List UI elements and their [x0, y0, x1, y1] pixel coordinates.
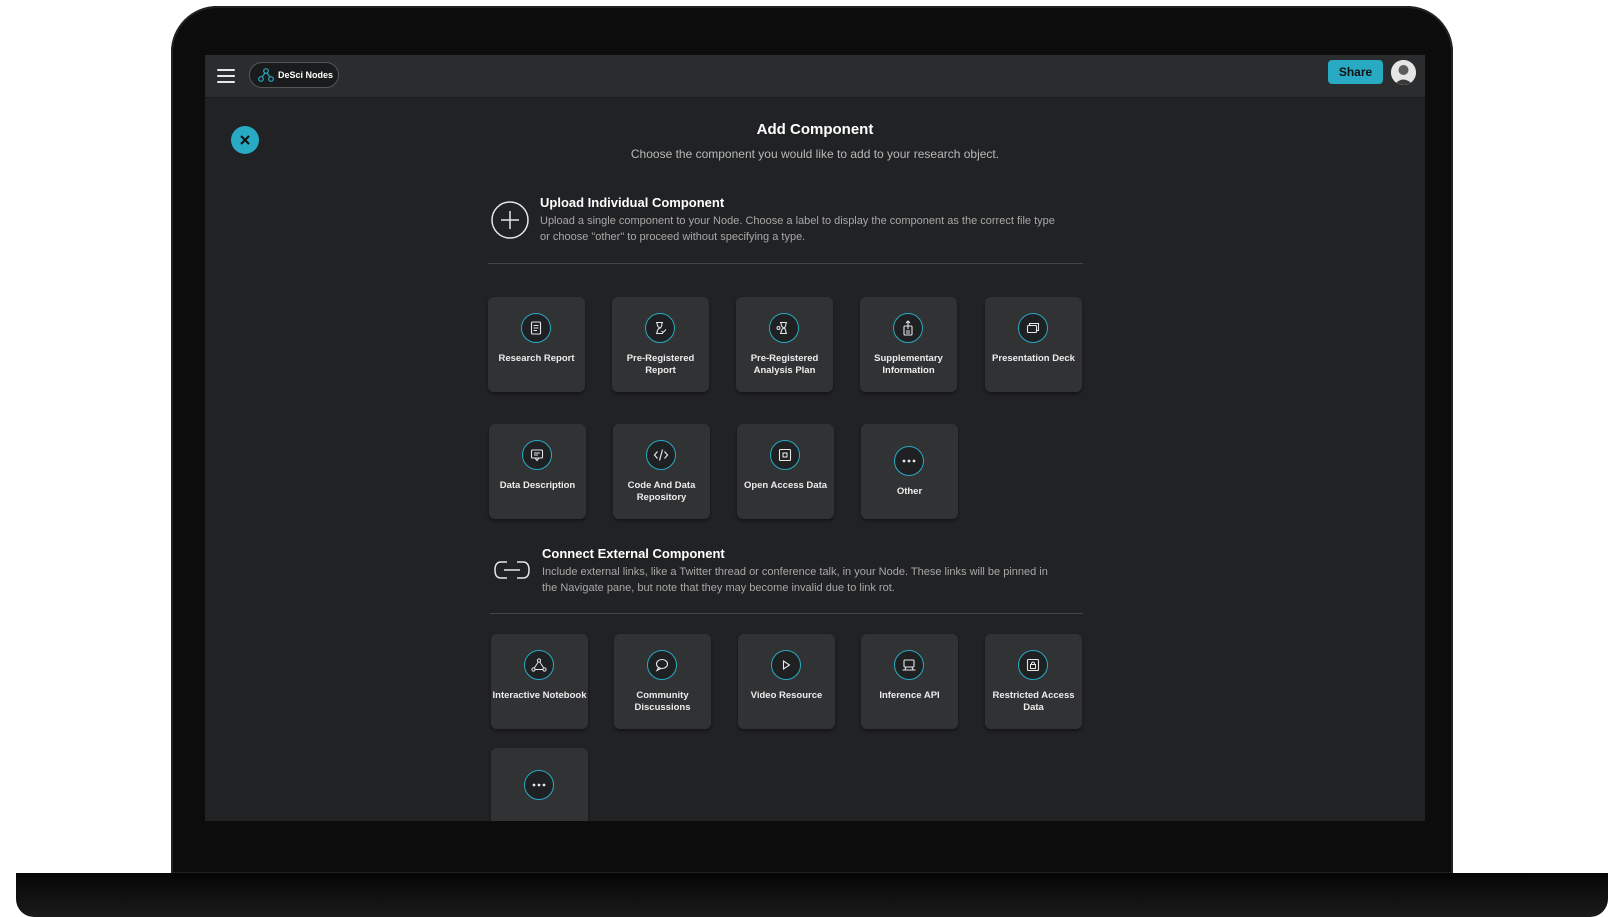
- divider: [488, 263, 1083, 264]
- document-icon: [521, 313, 551, 343]
- tile-label: Research Report: [498, 353, 575, 364]
- share-button[interactable]: Share: [1328, 60, 1383, 84]
- tile-community-discussions[interactable]: Community Discussions: [614, 634, 711, 729]
- chat-bubble-icon: [647, 650, 677, 680]
- app-screen: DeSci Nodes Share Add Component Choose t…: [205, 55, 1425, 821]
- external-section-description: Include external links, like a Twitter t…: [542, 566, 1048, 594]
- ellipsis-icon: [894, 446, 924, 476]
- tile-label: Restricted Access Data: [992, 690, 1075, 713]
- brand-name: DeSci Nodes: [278, 70, 334, 80]
- brand-logo[interactable]: DeSci Nodes: [249, 62, 339, 88]
- lock-icon: [1018, 650, 1048, 680]
- menu-icon[interactable]: [217, 69, 235, 83]
- tile-label: Pre-Registered Report: [626, 353, 695, 376]
- divider: [490, 613, 1083, 614]
- tile-video-resource[interactable]: Video Resource: [738, 634, 835, 729]
- tile-label: Open Access Data: [743, 480, 828, 491]
- link-icon[interactable]: [492, 555, 532, 585]
- tile-label: Data Description: [499, 480, 576, 491]
- tile-label: Inference API: [879, 690, 940, 701]
- tile-other[interactable]: Other: [861, 424, 958, 519]
- tile-presentation-deck[interactable]: Presentation Deck: [985, 297, 1082, 392]
- nodes-logo-icon: [258, 68, 274, 82]
- tile-label: Community Discussions: [634, 690, 691, 713]
- dialog-title: Add Component: [756, 121, 874, 138]
- tile-label: Interactive Notebook: [492, 690, 587, 701]
- play-icon: [771, 650, 801, 680]
- code-icon: [646, 440, 676, 470]
- tile-label: Pre-Registered Analysis Plan: [750, 353, 819, 376]
- top-bar: DeSci Nodes Share: [205, 55, 1425, 98]
- slides-icon: [1018, 313, 1048, 343]
- upload-section-description: Upload a single component to your Node. …: [540, 215, 1055, 243]
- tile-interactive-notebook[interactable]: Interactive Notebook: [491, 634, 588, 729]
- tile-label: Code And Data Repository: [627, 480, 696, 503]
- tile-code-and-data-repository[interactable]: Code And Data Repository: [613, 424, 710, 519]
- tile-label: Other: [896, 486, 923, 497]
- tile-restricted-access-data[interactable]: Restricted Access Data: [985, 634, 1082, 729]
- plus-icon[interactable]: [490, 200, 530, 240]
- comment-box-icon: [522, 440, 552, 470]
- tile-label: Supplementary Information: [874, 353, 943, 376]
- open-box-icon: [770, 440, 800, 470]
- user-avatar[interactable]: [1391, 60, 1416, 85]
- external-section-title: Connect External Component: [542, 546, 725, 561]
- server-icon: [894, 650, 924, 680]
- tile-open-access-data[interactable]: Open Access Data: [737, 424, 834, 519]
- tile-pre-registered-analysis-plan[interactable]: Pre-Registered Analysis Plan: [736, 297, 833, 392]
- tile-label: Video Resource: [750, 690, 823, 701]
- tile-other-external[interactable]: [491, 748, 588, 821]
- tile-pre-registered-report[interactable]: Pre-Registered Report: [612, 297, 709, 392]
- hourglass-check-icon: [645, 313, 675, 343]
- network-icon: [524, 650, 554, 680]
- tile-research-report[interactable]: Research Report: [488, 297, 585, 392]
- tile-inference-api[interactable]: Inference API: [861, 634, 958, 729]
- laptop-base: [16, 873, 1608, 917]
- dialog-subtitle: Choose the component you would like to a…: [630, 147, 1000, 161]
- upload-section-title: Upload Individual Component: [540, 195, 725, 210]
- upload-document-icon: [893, 313, 923, 343]
- tile-supplementary-information[interactable]: Supplementary Information: [860, 297, 957, 392]
- ellipsis-icon: [524, 770, 554, 800]
- tile-label: Presentation Deck: [992, 353, 1075, 364]
- tile-data-description[interactable]: Data Description: [489, 424, 586, 519]
- analysis-plan-icon: [769, 313, 799, 343]
